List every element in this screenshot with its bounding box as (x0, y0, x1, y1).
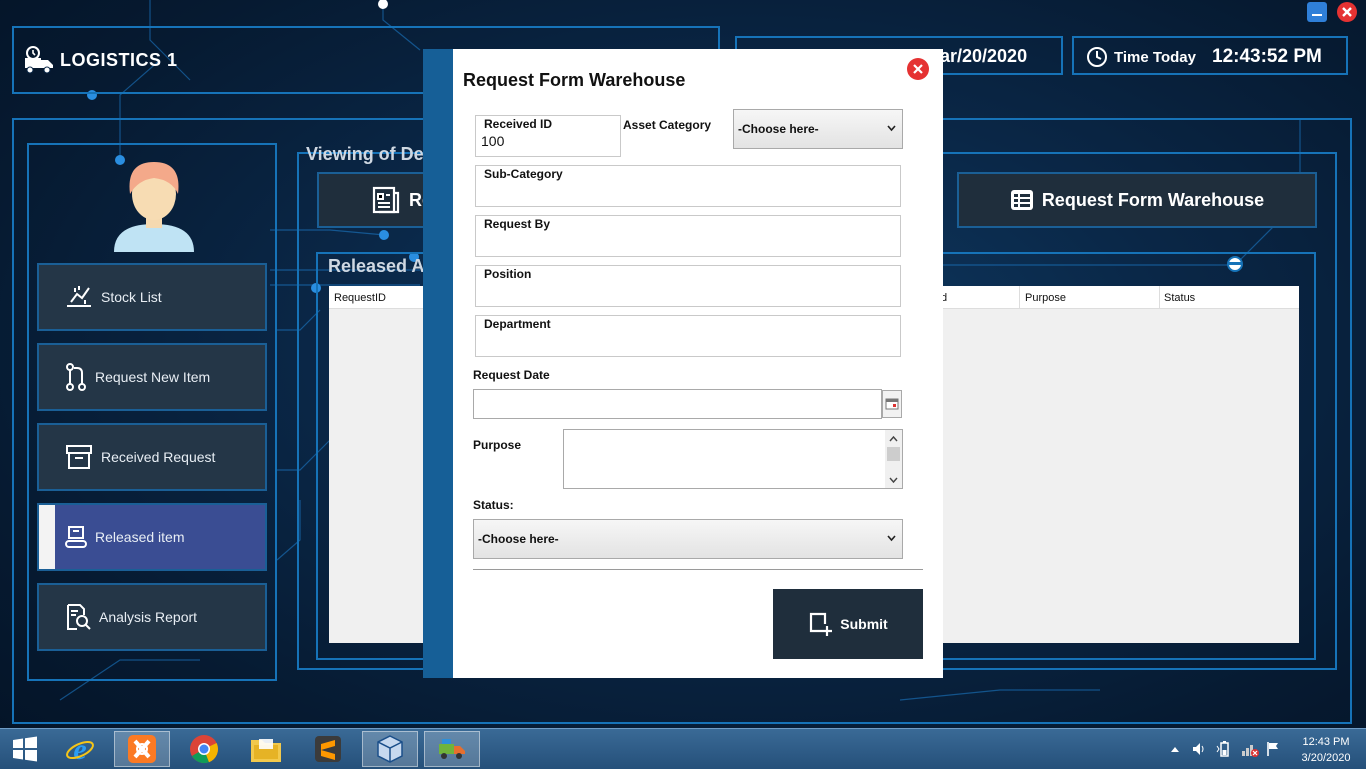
position-field[interactable]: Position (475, 265, 901, 307)
windows-logo-icon (13, 736, 37, 762)
date-text: ar/20/2020 (940, 46, 1028, 66)
sublime-text-icon (315, 736, 341, 762)
clock-icon (1087, 47, 1107, 67)
calendar-icon (885, 398, 899, 410)
minimize-button[interactable] (1307, 2, 1327, 22)
modal-title: Request Form Warehouse (463, 70, 686, 90)
sidebar-item-received-request[interactable]: Received Request (37, 423, 267, 491)
sub-category-field[interactable]: Sub-Category (475, 165, 901, 207)
logistics-truck-icon (439, 739, 465, 759)
user-avatar-icon (114, 162, 194, 252)
sidebar-item-request-new-item[interactable]: Request New Item (37, 343, 267, 411)
battery-icon[interactable] (1216, 741, 1232, 757)
asset-category-label: Asset Category (623, 118, 712, 132)
clock-date: 3/20/2020 (1301, 752, 1351, 764)
purpose-textarea[interactable] (563, 429, 903, 489)
show-hidden-icons-chevron-icon[interactable] (1170, 745, 1180, 753)
virtualbox-icon (377, 735, 403, 763)
sidebar-item-label: Request New Item (95, 369, 211, 385)
taskbar-virtualbox[interactable] (362, 731, 418, 767)
taskbar-internet-explorer[interactable]: e (52, 731, 108, 767)
received-id-label: Received ID (484, 117, 553, 131)
submit-label: Submit (840, 616, 888, 632)
time-value: 12:43:52 PM (1212, 46, 1322, 67)
scrollbar-arrows-icon (887, 435, 900, 484)
received-id-value: 100 (481, 133, 505, 149)
taskbar-clock[interactable]: 12:43 PM 3/20/2020 (1296, 734, 1356, 766)
window-close-button[interactable] (1337, 2, 1357, 22)
internet-explorer-icon: e (66, 734, 94, 764)
sub-category-label: Sub-Category (484, 167, 563, 181)
taskbar: e (0, 728, 1366, 769)
modal-close-button[interactable] (907, 58, 929, 80)
request-by-label: Request By (484, 217, 551, 231)
document-list-icon (371, 185, 401, 215)
clock-time: 12:43 PM (1302, 736, 1350, 748)
time-label: Time Today (1114, 49, 1196, 66)
modal-side-bar (423, 49, 454, 678)
chevron-down-icon (887, 125, 896, 132)
sidebar-item-analysis-report[interactable]: Analysis Report (37, 583, 267, 651)
pull-request-icon (65, 363, 87, 391)
close-icon (913, 64, 923, 74)
viewing-title: Viewing of De (306, 144, 424, 164)
position-label: Position (484, 267, 532, 281)
purpose-label: Purpose (473, 438, 522, 452)
grid-column-header[interactable]: Status (1164, 292, 1195, 304)
request-by-field[interactable]: Request By (475, 215, 901, 257)
released-title: Released A (328, 256, 425, 276)
network-status-icon[interactable] (1241, 741, 1259, 757)
chevron-down-icon (887, 535, 896, 542)
conveyor-icon (65, 525, 87, 549)
start-button[interactable] (0, 731, 50, 767)
sidebar-item-released-item[interactable]: Released item (37, 503, 267, 571)
add-document-icon (810, 612, 833, 636)
status-select[interactable]: -Choose here- (473, 519, 903, 559)
asset-category-select[interactable]: -Choose here- (733, 109, 903, 149)
purpose-scrollbar[interactable] (885, 430, 902, 488)
volume-icon[interactable] (1191, 741, 1207, 757)
taskbar-logistics-app[interactable] (424, 731, 480, 767)
archive-box-icon (65, 444, 93, 470)
sidebar-item-label: Stock List (101, 289, 162, 305)
status-label: Status: (473, 498, 514, 512)
delivery-truck-icon (25, 46, 53, 74)
stock-chart-icon (65, 284, 93, 310)
form-divider (473, 569, 923, 570)
request-form-warehouse-button[interactable]: Request Form Warehouse (957, 172, 1317, 228)
action-center-flag-icon[interactable] (1266, 741, 1280, 757)
folder-icon (251, 739, 281, 762)
request-form-warehouse-label: Request Form Warehouse (1041, 189, 1265, 210)
taskbar-xampp[interactable] (114, 731, 170, 767)
sidebar-item-label: Received Request (101, 449, 216, 465)
close-icon (1342, 7, 1352, 17)
sidebar-item-label: Released item (95, 529, 185, 545)
received-id-field[interactable]: Received ID 100 (475, 115, 621, 157)
svg-text:e: e (73, 734, 86, 764)
request-date-label: Request Date (473, 368, 550, 382)
grid-column-header[interactable]: Purpose (1025, 292, 1066, 304)
request-date-input[interactable] (473, 389, 882, 419)
xampp-icon (128, 735, 156, 763)
app-logo: LOGISTICS 1 (24, 46, 178, 74)
date-picker-button[interactable] (882, 390, 902, 418)
form-list-icon (1010, 189, 1034, 211)
taskbar-sublime-text[interactable] (300, 731, 356, 767)
department-field[interactable]: Department (475, 315, 901, 357)
grid-column-header[interactable]: RequestID (334, 292, 386, 304)
report-search-icon (65, 603, 91, 631)
department-label: Department (484, 317, 551, 331)
submit-button[interactable]: Submit (773, 589, 923, 659)
taskbar-chrome[interactable] (176, 731, 232, 767)
sidebar-item-label: Analysis Report (99, 609, 198, 625)
asset-category-value: -Choose here- (738, 122, 819, 136)
request-button-left[interactable]: Re (317, 172, 437, 228)
taskbar-file-explorer[interactable] (238, 731, 294, 767)
sidebar-item-stock-list[interactable]: Stock List (37, 263, 267, 331)
status-value: -Choose here- (478, 532, 559, 546)
app-title: LOGISTICS 1 (60, 49, 178, 70)
chrome-icon (190, 735, 219, 764)
request-form-dialog: Request Form Warehouse Received ID 100 A… (453, 49, 943, 678)
minimize-icon (1312, 14, 1322, 16)
